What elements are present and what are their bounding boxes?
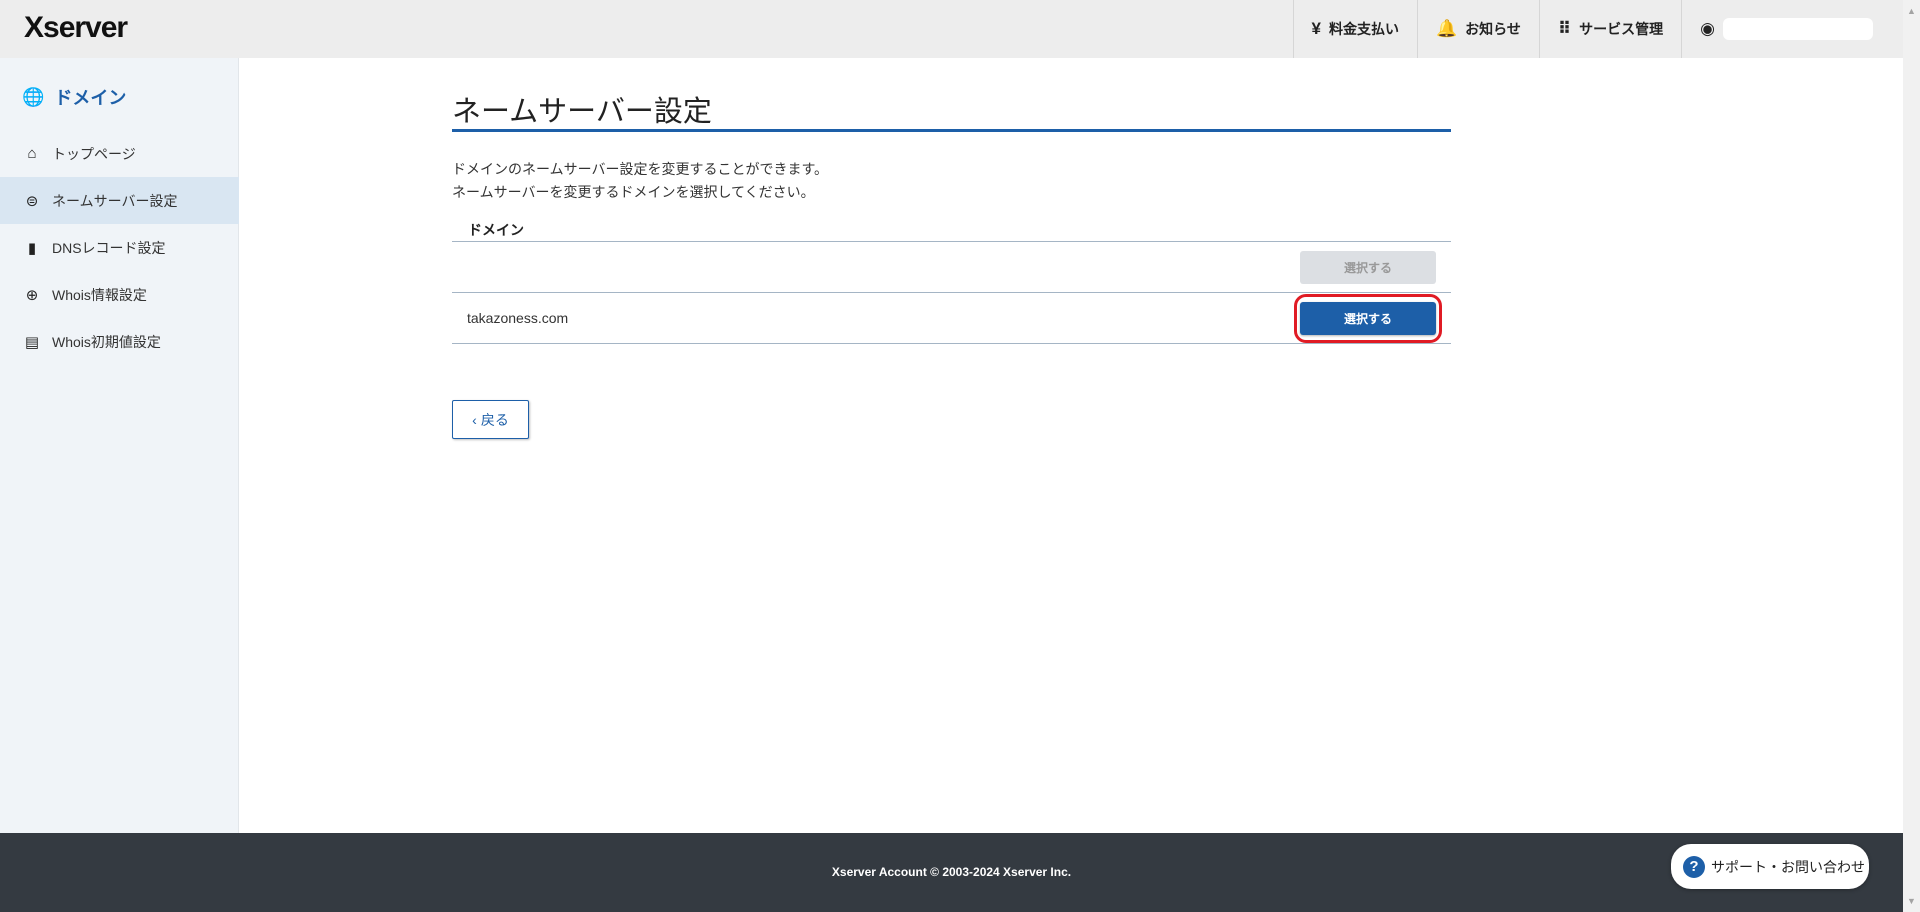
sidebar-item-label: Whois情報設定 <box>52 286 147 303</box>
column-header-domain: ドメイン <box>468 222 524 238</box>
nav-service-label: サービス管理 <box>1579 21 1664 37</box>
title-underline <box>452 129 1451 132</box>
nav-payment-label: 料金支払い <box>1328 21 1399 37</box>
description-line-1: ドメインのネームサーバー設定を変更することができます。 <box>452 161 829 177</box>
user-icon: ◉ <box>1700 19 1715 38</box>
grid-icon: ⠿ <box>1557 19 1572 38</box>
page-title: ネームサーバー設定 <box>452 96 712 128</box>
description: ドメインのネームサーバー設定を変更することができます。 ネームサーバーを変更する… <box>452 158 828 204</box>
sidebar-item-label: Whois初期値設定 <box>52 333 161 350</box>
top-header: Xserver ¥ 料金支払い 🔔 お知らせ ⠿ サービス管理 ◉ <box>0 0 1903 58</box>
xserver-logo[interactable]: Xserver <box>24 11 128 45</box>
book-icon: ▮ <box>27 239 37 257</box>
globe-user-icon: ⊕ <box>25 286 39 304</box>
sidebar-item-whois[interactable]: ⊕ Whois情報設定 <box>0 271 239 318</box>
nav-service-management[interactable]: ⠿ サービス管理 <box>1538 0 1681 58</box>
sidebar-item-nameserver[interactable]: ⊜ ネームサーバー設定 <box>0 177 239 224</box>
document-user-icon: ▤ <box>24 333 40 351</box>
bell-icon: 🔔 <box>1435 19 1458 38</box>
sidebar-item-whois-default[interactable]: ▤ Whois初期値設定 <box>0 318 239 365</box>
sidebar-item-label: DNSレコード設定 <box>52 239 166 256</box>
header-nav: ¥ 料金支払い 🔔 お知らせ ⠿ サービス管理 ◉ <box>1292 0 1904 58</box>
divider <box>452 292 1451 293</box>
username-redacted <box>1723 18 1873 40</box>
footer: Xserver Account © 2003-2024 Xserver Inc.… <box>0 833 1903 912</box>
back-button[interactable]: ‹ 戻る <box>452 400 529 439</box>
globe-icon: 🌐 <box>22 86 45 107</box>
question-icon: ? <box>1683 855 1705 878</box>
highlight-annotation <box>1294 294 1442 343</box>
server-globe-icon: ⊜ <box>25 192 39 210</box>
description-line-2: ネームサーバーを変更するドメインを選択してください。 <box>452 184 815 200</box>
support-contact-button[interactable]: ? サポート・お問い合わせ <box>1671 844 1869 889</box>
copyright: Xserver Account © 2003-2024 Xserver Inc. <box>831 865 1072 879</box>
nav-payment[interactable]: ¥ 料金支払い <box>1292 0 1417 58</box>
sidebar-title: 🌐 ドメイン <box>22 84 126 110</box>
back-label: 戻る <box>480 411 509 428</box>
scroll-up-icon[interactable]: ▲ <box>1907 6 1916 16</box>
support-label: サポート・お問い合わせ <box>1711 858 1865 875</box>
sidebar-item-dns[interactable]: ▮ DNSレコード設定 <box>0 224 239 271</box>
sidebar-item-label: トップページ <box>52 145 136 162</box>
nav-notifications-label: お知らせ <box>1465 21 1521 37</box>
yen-icon: ¥ <box>1311 19 1321 38</box>
scroll-down-icon[interactable]: ▼ <box>1907 896 1916 906</box>
nav-notifications[interactable]: 🔔 お知らせ <box>1416 0 1539 58</box>
select-button-disabled: 選択する <box>1300 251 1436 284</box>
home-icon: ⌂ <box>27 145 37 162</box>
divider <box>452 343 1451 344</box>
chevron-left-icon: ‹ <box>472 411 477 428</box>
domain-name: takazoness.com <box>467 310 569 326</box>
nav-user-account[interactable]: ◉ <box>1681 0 1903 58</box>
sidebar-item-label: ネームサーバー設定 <box>52 192 178 209</box>
scrollbar[interactable]: ▲ ▼ <box>1903 0 1920 912</box>
sidebar-title-label: ドメイン <box>54 88 127 108</box>
sidebar-item-top[interactable]: ⌂ トップページ <box>0 130 239 177</box>
sidebar: 🌐 ドメイン ⌂ トップページ ⊜ ネームサーバー設定 ▮ DNSレコード設定 ⊕ Who… <box>0 58 239 833</box>
divider <box>452 241 1451 242</box>
